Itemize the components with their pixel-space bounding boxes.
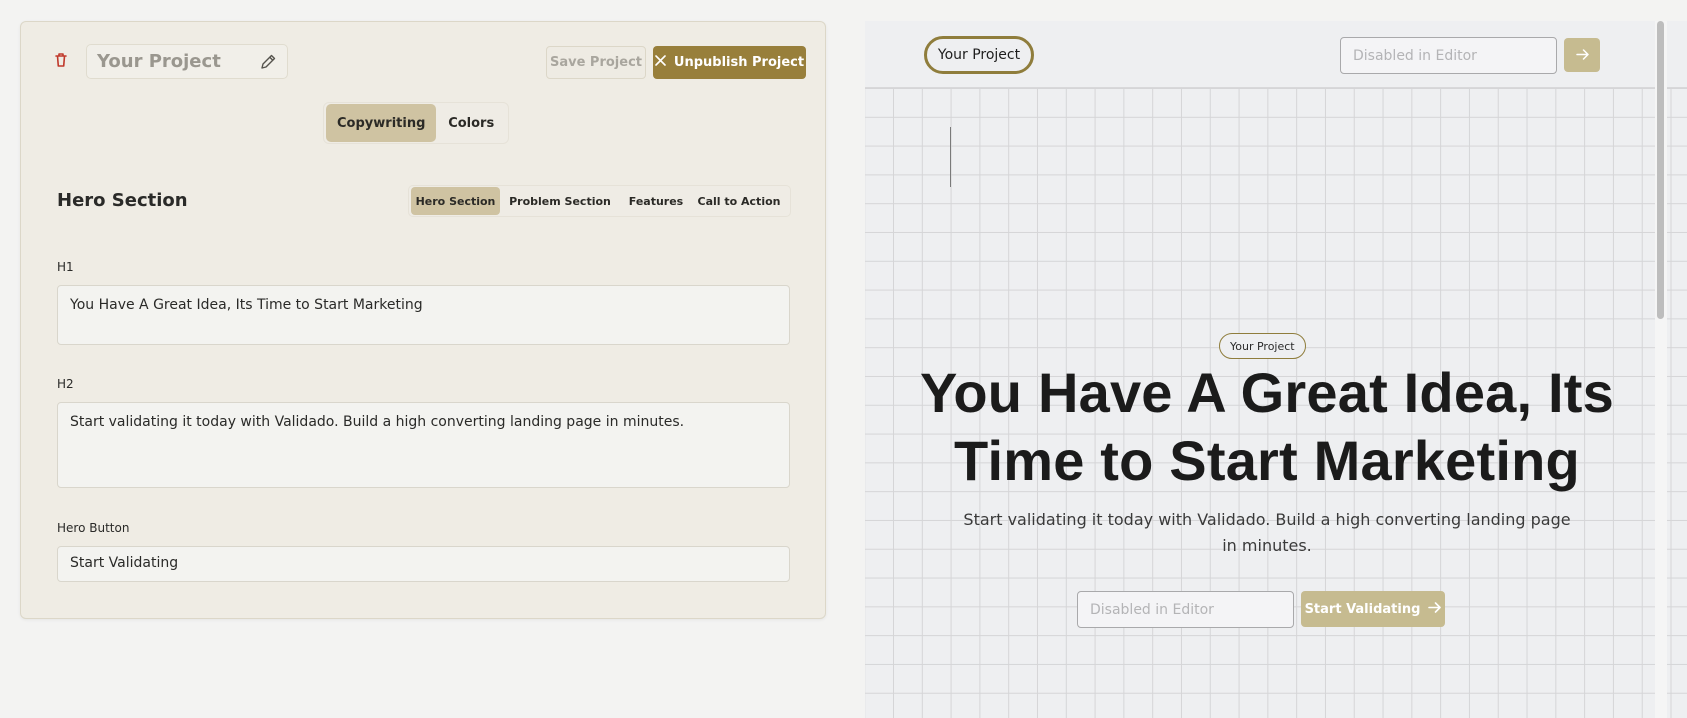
unpublish-project-button[interactable]: Unpublish Project <box>653 46 806 79</box>
trash-icon[interactable] <box>51 50 71 70</box>
tab-problem-section[interactable]: Problem Section <box>500 187 620 215</box>
project-name-text: Your Project <box>97 51 221 72</box>
hero-email-input[interactable]: Disabled in Editor <box>1077 591 1294 628</box>
h1-label: H1 <box>57 260 74 274</box>
arrow-right-icon <box>1428 601 1442 618</box>
save-project-button[interactable]: Save Project <box>546 46 646 79</box>
preview-scrollbar-thumb[interactable] <box>1657 21 1664 319</box>
start-validating-button[interactable]: Start Validating <box>1301 591 1445 627</box>
cta-label: Start Validating <box>1304 601 1421 617</box>
text-cursor <box>950 127 951 187</box>
hero-button-label: Hero Button <box>57 521 130 535</box>
preview-header: Your Project Disabled in Editor <box>865 21 1687 88</box>
project-name-field[interactable]: Your Project <box>86 44 288 79</box>
hero-subheadline: Start validating it today with Validado.… <box>963 510 1571 555</box>
brand-logo[interactable]: Your Project <box>924 36 1034 74</box>
project-badge: Your Project <box>1219 333 1306 359</box>
unpublish-label: Unpublish Project <box>673 55 805 70</box>
header-email-input[interactable]: Disabled in Editor <box>1340 37 1557 74</box>
editor-panel: Your Project Save Project Unpublish Proj… <box>20 21 826 619</box>
tab-hero-section[interactable]: Hero Section <box>411 187 500 215</box>
tab-features[interactable]: Features <box>620 187 692 215</box>
section-title: Hero Section <box>57 190 188 211</box>
hero-headline: You Have A Great Idea, Its Time to Start… <box>919 361 1615 492</box>
landing-page-preview: Your Project Disabled in Editor Your Pro… <box>865 21 1687 718</box>
h1-field[interactable]: You Have A Great Idea, Its Time to Start… <box>57 285 790 345</box>
editor-tabs: Copywriting Colors <box>323 102 509 144</box>
hero-button-field[interactable]: Start Validating <box>57 546 790 582</box>
tab-call-to-action[interactable]: Call to Action <box>692 187 786 215</box>
section-tabs: Hero Section Problem Section Features Ca… <box>408 185 791 217</box>
arrow-right-icon <box>1575 46 1589 65</box>
h2-label: H2 <box>57 377 74 391</box>
close-icon <box>655 55 666 70</box>
h2-field[interactable]: Start validating it today with Validado.… <box>57 402 790 488</box>
tab-copywriting[interactable]: Copywriting <box>326 104 437 142</box>
pencil-icon[interactable] <box>259 53 277 71</box>
tab-colors[interactable]: Colors <box>436 104 506 142</box>
header-submit-button[interactable] <box>1564 38 1600 72</box>
